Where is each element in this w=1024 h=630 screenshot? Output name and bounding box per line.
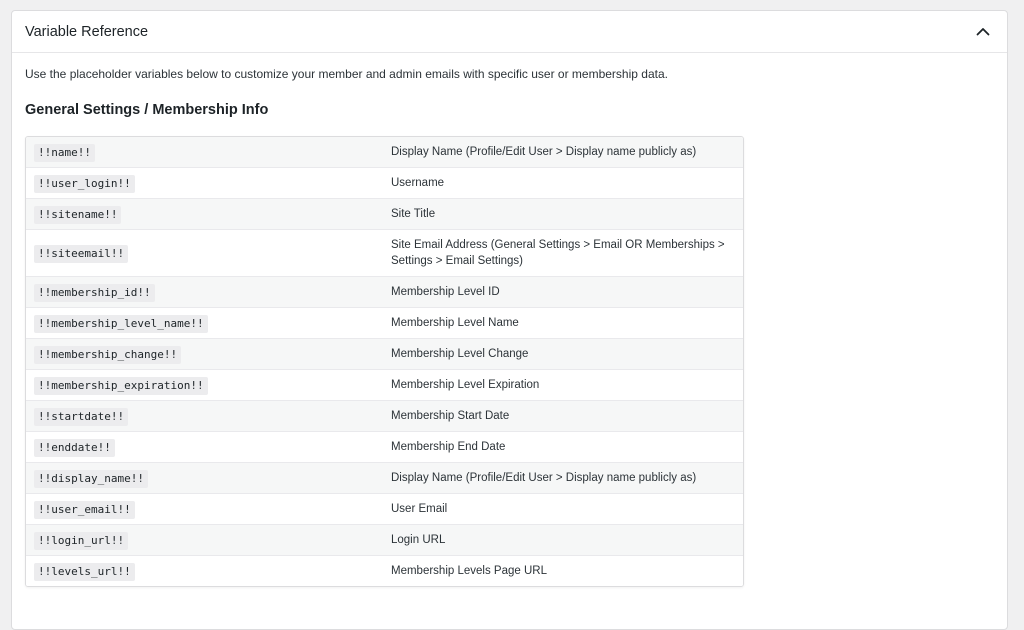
table-row: !!membership_level_name!! Membership Lev… <box>26 308 743 339</box>
variable-description: Login URL <box>391 534 446 546</box>
panel-header[interactable]: Variable Reference <box>12 11 1007 53</box>
variable-description: Site Email Address (General Settings > E… <box>391 239 725 267</box>
table-row: !!user_email!! User Email <box>26 494 743 525</box>
variable-description: Membership Level Expiration <box>391 379 540 391</box>
variable-code[interactable]: !!user_email!! <box>34 500 135 519</box>
variable-code[interactable]: !!display_name!! <box>34 469 148 488</box>
variable-description: Display Name (Profile/Edit User > Displa… <box>391 472 697 484</box>
variables-table: !!name!! Display Name (Profile/Edit User… <box>25 136 744 587</box>
variable-description: User Email <box>391 503 448 515</box>
variable-code[interactable]: !!levels_url!! <box>34 562 135 581</box>
table-row: !!enddate!! Membership End Date <box>26 432 743 463</box>
table-row: !!levels_url!! Membership Levels Page UR… <box>26 556 743 586</box>
variable-code[interactable]: !!membership_expiration!! <box>34 376 208 395</box>
table-row: !!name!! Display Name (Profile/Edit User… <box>26 137 743 168</box>
panel-body: Use the placeholder variables below to c… <box>12 53 1007 587</box>
variable-code[interactable]: !!name!! <box>34 143 95 162</box>
variable-code[interactable]: !!enddate!! <box>34 438 115 457</box>
table-row: !!membership_change!! Membership Level C… <box>26 339 743 370</box>
variable-description: Membership End Date <box>391 441 506 453</box>
variable-code[interactable]: !!membership_change!! <box>34 345 182 364</box>
intro-text: Use the placeholder variables below to c… <box>25 67 668 81</box>
table-row: !!membership_id!! Membership Level ID <box>26 277 743 308</box>
table-row: !!startdate!! Membership Start Date <box>26 401 743 432</box>
table-row: !!siteemail!! Site Email Address (Genera… <box>26 230 743 277</box>
variable-description: Username <box>391 177 445 189</box>
variable-description: Display Name (Profile/Edit User > Displa… <box>391 146 697 158</box>
chevron-up-icon[interactable] <box>973 22 993 42</box>
table-row: !!login_url!! Login URL <box>26 525 743 556</box>
variable-description: Site Title <box>391 208 436 220</box>
table-row: !!display_name!! Display Name (Profile/E… <box>26 463 743 494</box>
variable-code[interactable]: !!startdate!! <box>34 407 129 426</box>
variable-description: Membership Level Change <box>391 348 529 360</box>
variable-code[interactable]: !!login_url!! <box>34 531 129 550</box>
table-row: !!membership_expiration!! Membership Lev… <box>26 370 743 401</box>
variable-description: Membership Levels Page URL <box>391 565 547 577</box>
variable-code[interactable]: !!siteemail!! <box>34 244 129 263</box>
panel-title: Variable Reference <box>25 23 149 40</box>
variable-code[interactable]: !!membership_id!! <box>34 283 155 302</box>
variable-description: Membership Level ID <box>391 286 500 298</box>
variable-code[interactable]: !!sitename!! <box>34 205 122 224</box>
variable-description: Membership Start Date <box>391 410 510 422</box>
table-row: !!sitename!! Site Title <box>26 199 743 230</box>
variable-description: Membership Level Name <box>391 317 519 329</box>
variable-reference-panel: Variable Reference Use the placeholder v… <box>11 10 1008 630</box>
variable-code[interactable]: !!membership_level_name!! <box>34 314 208 333</box>
variable-code[interactable]: !!user_login!! <box>34 174 135 193</box>
table-row: !!user_login!! Username <box>26 168 743 199</box>
section-heading: General Settings / Membership Info <box>25 102 269 118</box>
